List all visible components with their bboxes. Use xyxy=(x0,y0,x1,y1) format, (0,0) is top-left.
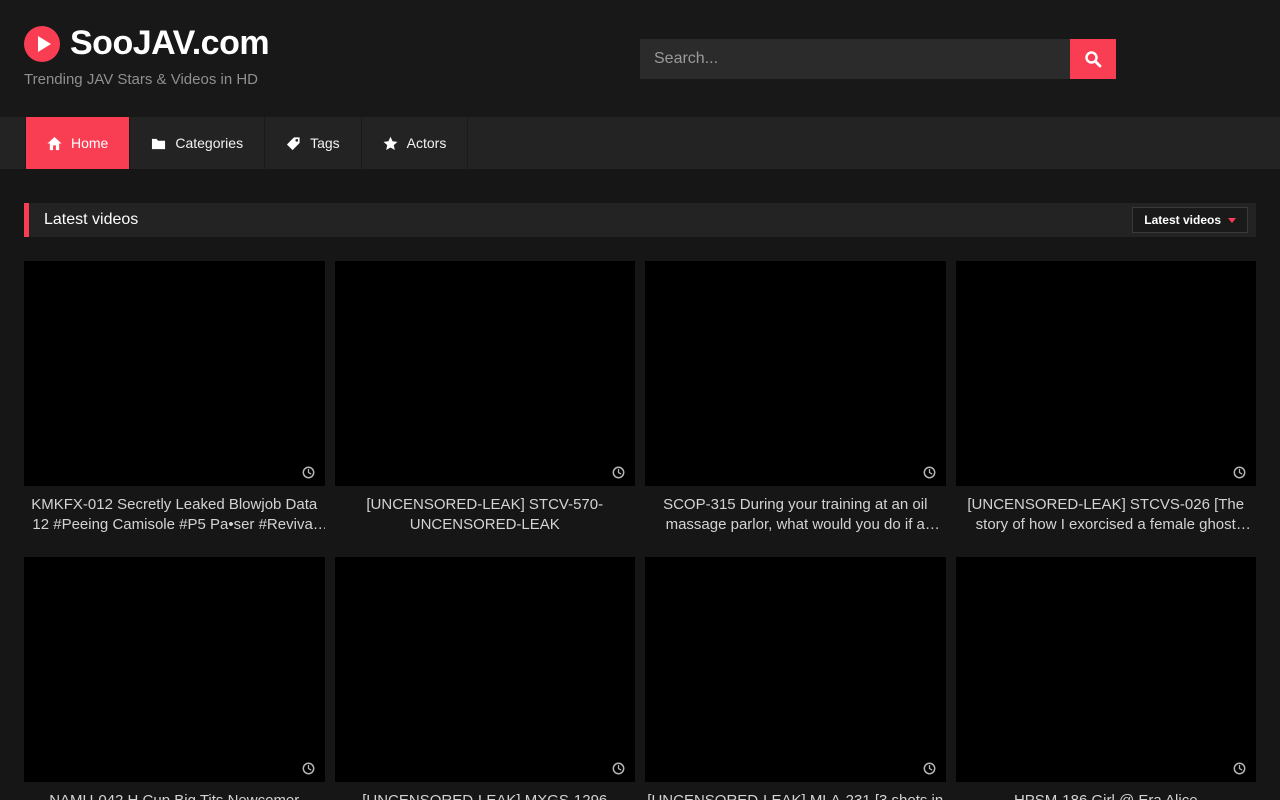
video-card[interactable]: NAMU-042 H Cup Big Tits Newcomer (170cm … xyxy=(24,557,325,800)
site-logo[interactable]: SooJAV.com Trending JAV Stars & Videos i… xyxy=(24,24,269,88)
nav-item-label: Actors xyxy=(407,135,447,151)
home-icon xyxy=(47,136,62,151)
clock-icon xyxy=(612,466,625,479)
clock-icon xyxy=(302,466,315,479)
video-thumbnail[interactable] xyxy=(335,261,636,486)
clock-icon xyxy=(612,762,625,775)
site-title: SooJAV.com xyxy=(70,24,269,63)
nav-item-label: Categories xyxy=(175,135,243,151)
clock-icon xyxy=(1233,466,1246,479)
tag-icon xyxy=(286,136,301,151)
video-card[interactable]: [UNCENSORED-LEAK] MXGS-1296 Absolutely xyxy=(335,557,636,800)
section-title: Latest videos xyxy=(44,211,138,229)
main-nav: Home Categories Tags Actors xyxy=(0,117,1280,169)
search-form xyxy=(640,39,1116,79)
video-thumbnail[interactable] xyxy=(335,557,636,782)
video-thumbnail[interactable] xyxy=(24,557,325,782)
nav-item-home[interactable]: Home xyxy=(25,117,130,169)
video-title[interactable]: KMKFX-012 Secretly Leaked Blowjob Data 1… xyxy=(24,495,325,535)
clock-icon xyxy=(1233,762,1246,775)
magnifier-icon xyxy=(1084,50,1102,68)
search-input[interactable] xyxy=(640,39,1070,79)
site-header: SooJAV.com Trending JAV Stars & Videos i… xyxy=(0,0,1280,117)
folder-icon xyxy=(151,136,166,151)
video-thumbnail[interactable] xyxy=(645,557,946,782)
play-icon xyxy=(24,26,60,62)
video-card[interactable]: [UNCENSORED-LEAK] STCVS-026 [The story o… xyxy=(956,261,1257,535)
sort-dropdown-label: Latest videos xyxy=(1144,213,1221,227)
video-thumbnail[interactable] xyxy=(645,261,946,486)
video-card[interactable]: KMKFX-012 Secretly Leaked Blowjob Data 1… xyxy=(24,261,325,535)
video-thumbnail[interactable] xyxy=(956,261,1257,486)
video-title[interactable]: SCOP-315 During your training at an oil … xyxy=(645,495,946,535)
video-title[interactable]: NAMU-042 H Cup Big Tits Newcomer (170cm … xyxy=(24,791,325,800)
section-bar: Latest videos Latest videos xyxy=(24,203,1256,237)
video-card[interactable]: [UNCENSORED-LEAK] MLA-231 [3 shots in xyxy=(645,557,946,800)
nav-item-label: Tags xyxy=(310,135,340,151)
sort-dropdown[interactable]: Latest videos xyxy=(1132,207,1248,233)
video-thumbnail[interactable] xyxy=(956,557,1257,782)
video-grid: KMKFX-012 Secretly Leaked Blowjob Data 1… xyxy=(24,261,1256,800)
video-title[interactable]: [UNCENSORED-LEAK] STCVS-026 [The story o… xyxy=(956,495,1257,535)
nav-item-label: Home xyxy=(71,135,108,151)
video-card[interactable]: HPSM-186 Girl @ Era Alice xyxy=(956,557,1257,800)
caret-down-icon xyxy=(1228,218,1236,223)
star-icon xyxy=(383,136,398,151)
clock-icon xyxy=(302,762,315,775)
video-title[interactable]: HPSM-186 Girl @ Era Alice xyxy=(956,791,1257,800)
video-title[interactable]: [UNCENSORED-LEAK] MLA-231 [3 shots in xyxy=(645,791,946,800)
clock-icon xyxy=(923,762,936,775)
video-card[interactable]: SCOP-315 During your training at an oil … xyxy=(645,261,946,535)
nav-item-actors[interactable]: Actors xyxy=(362,117,469,169)
site-tagline: Trending JAV Stars & Videos in HD xyxy=(24,71,269,88)
nav-item-tags[interactable]: Tags xyxy=(265,117,362,169)
video-title[interactable]: [UNCENSORED-LEAK] STCV-570-UNCENSORED-LE… xyxy=(335,495,636,535)
video-thumbnail[interactable] xyxy=(24,261,325,486)
video-title[interactable]: [UNCENSORED-LEAK] MXGS-1296 Absolutely xyxy=(335,791,636,800)
nav-item-categories[interactable]: Categories xyxy=(130,117,265,169)
search-button[interactable] xyxy=(1070,39,1116,79)
clock-icon xyxy=(923,466,936,479)
video-card[interactable]: [UNCENSORED-LEAK] STCV-570-UNCENSORED-LE… xyxy=(335,261,636,535)
